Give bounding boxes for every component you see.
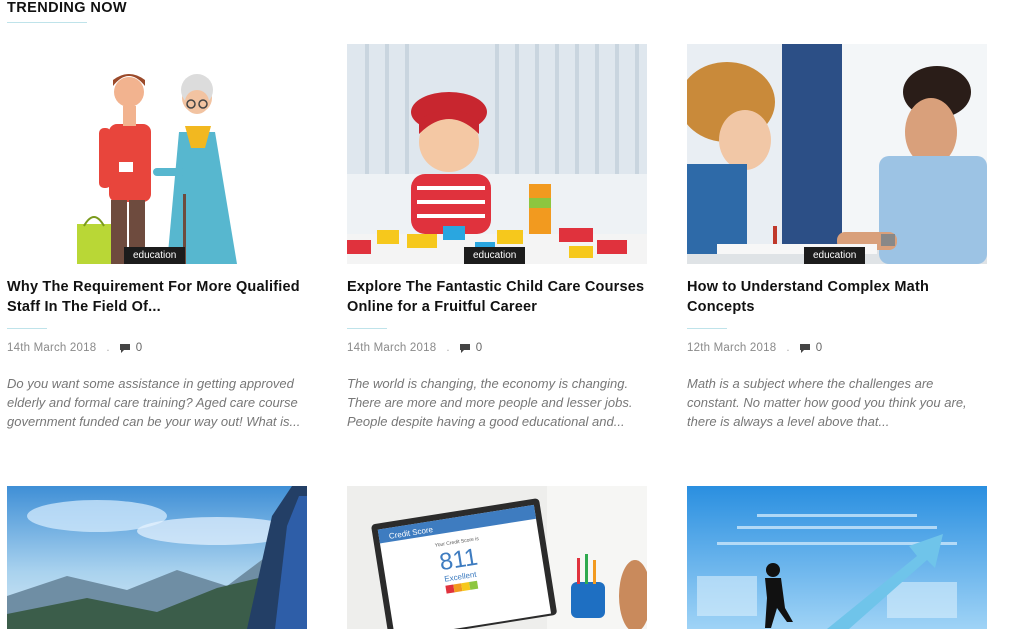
meta-separator: . <box>786 342 790 354</box>
post-thumbnail-mountains[interactable] <box>7 486 307 629</box>
post-meta: 14th March 2018 . 0 <box>347 342 647 354</box>
meta-separator: . <box>446 342 450 354</box>
post-card[interactable]: education How to Understand Complex Math… <box>687 44 987 431</box>
post-card[interactable]: education Why The Requirement For More Q… <box>7 44 307 431</box>
post-title[interactable]: Explore The Fantastic Child Care Courses… <box>347 277 647 317</box>
post-date: 14th March 2018 <box>7 342 97 354</box>
title-divider <box>687 328 727 329</box>
meta-separator: . <box>106 342 110 354</box>
comment-count[interactable]: 0 <box>816 342 823 354</box>
post-meta: 12th March 2018 . 0 <box>687 342 987 354</box>
section-title: TRENDING NOW <box>7 0 127 16</box>
post-date: 14th March 2018 <box>347 342 437 354</box>
section-title-underline <box>7 22 87 23</box>
comment-icon[interactable] <box>459 343 471 353</box>
category-badge[interactable]: education <box>464 247 526 264</box>
post-excerpt: The world is changing, the economy is ch… <box>347 376 633 429</box>
post-thumbnail-growth-arrow[interactable] <box>687 486 987 629</box>
post-date: 12th March 2018 <box>687 342 777 354</box>
post-excerpt: Math is a subject where the challenges a… <box>687 376 967 429</box>
title-divider <box>7 328 47 329</box>
comment-icon[interactable] <box>119 343 131 353</box>
title-divider <box>347 328 387 329</box>
post-thumbnail-child-blocks[interactable]: education <box>347 44 647 264</box>
post-card[interactable] <box>7 486 307 629</box>
post-excerpt: Do you want some assistance in getting a… <box>7 376 301 429</box>
post-card[interactable]: education Explore The Fantastic Child Ca… <box>347 44 647 431</box>
post-card[interactable]: Credit Score Your Credit Score is 811 Ex… <box>347 486 647 629</box>
comment-icon[interactable] <box>799 343 811 353</box>
post-title[interactable]: How to Understand Complex Math Concepts <box>687 277 987 317</box>
post-card[interactable] <box>687 486 987 629</box>
category-badge[interactable]: education <box>124 247 186 264</box>
post-title[interactable]: Why The Requirement For More Qualified S… <box>7 277 307 317</box>
post-thumbnail-math-tutor[interactable]: education <box>687 44 987 264</box>
category-badge[interactable]: education <box>804 247 866 264</box>
post-thumbnail-credit-score[interactable]: Credit Score Your Credit Score is 811 Ex… <box>347 486 647 629</box>
comment-count[interactable]: 0 <box>136 342 143 354</box>
post-thumbnail-caregiver[interactable]: education <box>7 44 307 264</box>
post-meta: 14th March 2018 . 0 <box>7 342 307 354</box>
comment-count[interactable]: 0 <box>476 342 483 354</box>
